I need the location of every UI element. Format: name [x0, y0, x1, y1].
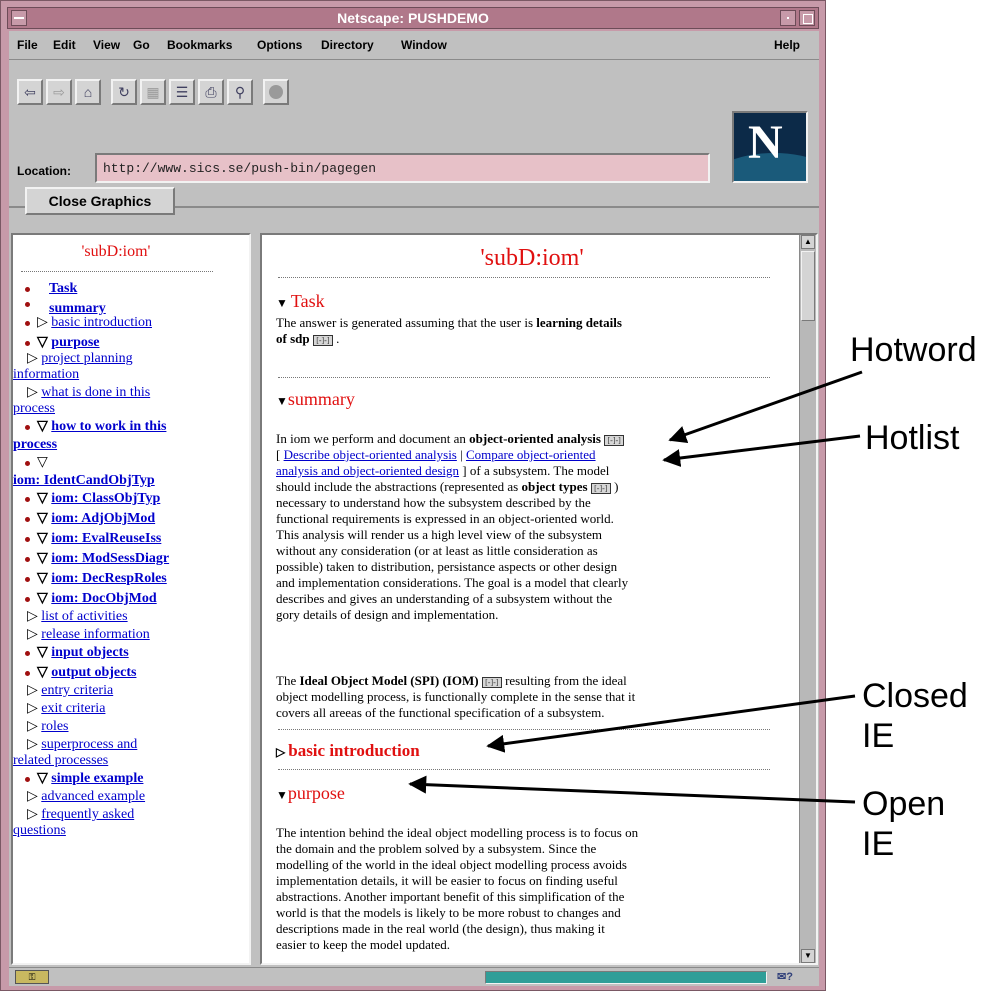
arrow-hotlist: [662, 434, 861, 467]
arrow-open-ie: [408, 775, 856, 804]
arrow-hotword: [668, 370, 863, 444]
arrow-closed-ie: [486, 694, 856, 753]
annotation-arrows: [408, 370, 863, 804]
